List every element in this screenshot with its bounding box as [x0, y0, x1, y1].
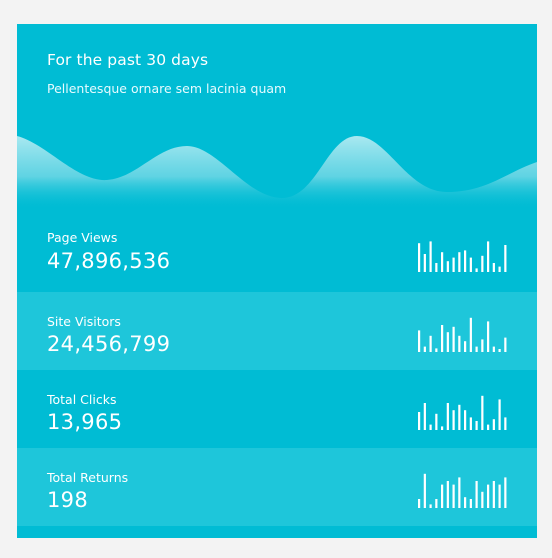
card-title: For the past 30 days	[47, 51, 209, 69]
sparkline-chart	[418, 317, 507, 352]
sparkline-bar	[423, 403, 426, 430]
sparkline-bar	[441, 252, 444, 272]
stat-row-total-clicks: Total Clicks 13,965	[17, 370, 537, 448]
sparkline-bar	[504, 477, 507, 508]
sparkline-bar	[446, 403, 449, 430]
sparkline-bar	[418, 499, 421, 508]
sparkline-bar	[429, 335, 432, 352]
sparkline-bar	[418, 243, 421, 272]
sparkline-bar	[423, 254, 426, 272]
sparkline-bar	[423, 473, 426, 508]
sparkline-bar	[492, 263, 495, 272]
sparkline-bar	[435, 348, 438, 352]
sparkline-bar	[504, 245, 507, 272]
stat-value: 198	[47, 488, 88, 512]
sparkline-bar	[452, 326, 455, 352]
sparkline-bar	[464, 410, 467, 430]
sparkline-bar	[498, 349, 501, 352]
sparkline-bar	[481, 395, 484, 430]
stat-value: 24,456,799	[47, 332, 171, 356]
sparkline-bar	[481, 255, 484, 272]
sparkline-bar	[429, 504, 432, 508]
sparkline-bar	[475, 346, 478, 352]
sparkline-bar	[441, 484, 444, 508]
sparkline-bar	[504, 337, 507, 352]
sparkline-bar	[458, 477, 461, 508]
stat-label: Total Clicks	[47, 392, 117, 407]
sparkline-chart	[418, 395, 507, 430]
sparkline-bar	[487, 424, 490, 430]
card-subtitle: Pellentesque ornare sem lacinia quam	[47, 81, 287, 96]
sparkline-bar	[429, 241, 432, 272]
sparkline-bar	[481, 491, 484, 508]
wave-shape	[17, 136, 537, 210]
sparkline-bar	[423, 346, 426, 352]
sparkline-bar	[481, 339, 484, 352]
stats-card: For the past 30 days Pellentesque ornare…	[17, 24, 537, 538]
stat-label: Page Views	[47, 230, 118, 245]
stat-label: Total Returns	[47, 470, 129, 485]
sparkline-bar	[504, 417, 507, 430]
stat-row-site-visitors: Site Visitors 24,456,799	[17, 292, 537, 370]
sparkline-bar	[492, 346, 495, 352]
sparkline-bar	[435, 499, 438, 508]
card-header: For the past 30 days Pellentesque ornare…	[17, 24, 537, 210]
sparkline-bar	[452, 257, 455, 272]
sparkline-bar	[498, 484, 501, 508]
sparkline-bar	[492, 419, 495, 430]
sparkline-bar	[458, 252, 461, 272]
sparkline-bar	[435, 413, 438, 430]
sparkline-bar	[492, 481, 495, 508]
sparkline-bar	[429, 424, 432, 430]
sparkline-bar	[446, 481, 449, 508]
sparkline-bar	[464, 497, 467, 508]
sparkline-bar	[464, 341, 467, 352]
sparkline-bar	[464, 250, 467, 272]
sparkline-bar	[475, 268, 478, 272]
sparkline-bar	[441, 426, 444, 430]
sparkline-bar	[469, 317, 472, 352]
sparkline-bar	[498, 266, 501, 272]
sparkline-bar	[469, 257, 472, 272]
sparkline-bar	[418, 330, 421, 352]
stat-label: Site Visitors	[47, 314, 121, 329]
sparkline-bar	[498, 399, 501, 430]
sparkline-bar	[446, 261, 449, 272]
sparkline-bar	[487, 484, 490, 508]
sparkline-bar	[458, 335, 461, 352]
sparkline-bar	[441, 325, 444, 352]
stat-value: 47,896,536	[47, 249, 171, 273]
sparkline-bar	[475, 481, 478, 508]
sparkline-chart	[418, 241, 507, 272]
wave-graphic	[17, 136, 537, 210]
stat-value: 13,965	[47, 410, 123, 434]
sparkline-bar	[487, 321, 490, 352]
sparkline-bar	[475, 421, 478, 430]
sparkline-bar	[452, 484, 455, 508]
stat-row-page-views: Page Views 47,896,536	[17, 210, 537, 292]
stat-row-total-returns: Total Returns 198	[17, 448, 537, 526]
sparkline-bar	[458, 404, 461, 430]
sparkline-bar	[418, 412, 421, 430]
sparkline-bar	[435, 263, 438, 272]
sparkline-bar	[469, 417, 472, 430]
sparkline-bar	[487, 241, 490, 272]
sparkline-bar	[452, 410, 455, 430]
sparkline-bar	[469, 499, 472, 508]
sparkline-chart	[418, 473, 507, 508]
sparkline-bar	[446, 332, 449, 352]
